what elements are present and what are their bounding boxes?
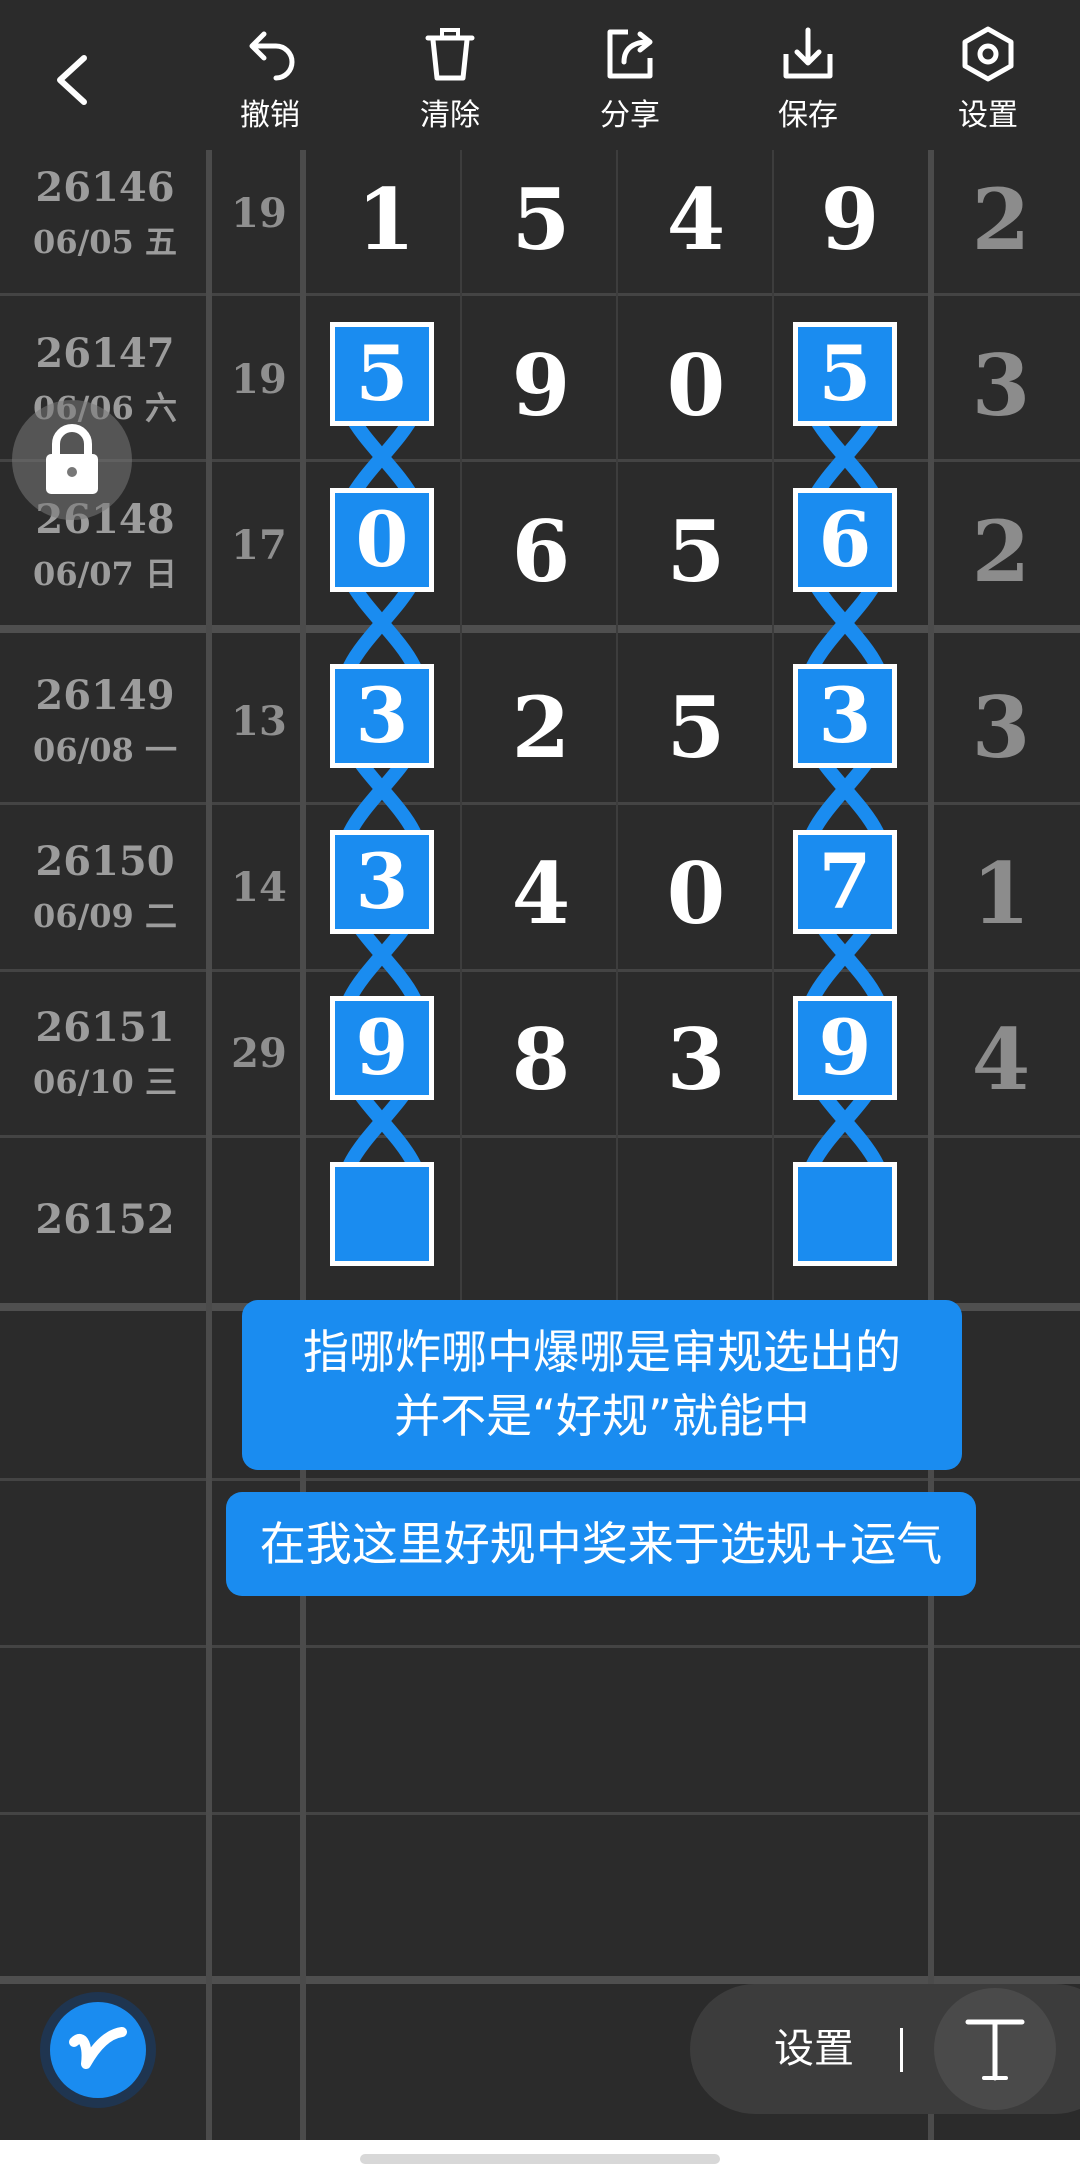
highlight-box[interactable]: 3 [793, 664, 897, 768]
text-tool-icon [965, 2019, 1025, 2081]
back-button[interactable] [40, 40, 110, 120]
brush-logo-icon [50, 2002, 146, 2098]
lock-button[interactable] [12, 400, 132, 520]
highlight-box[interactable]: 7 [793, 830, 897, 934]
annotation-bubble[interactable]: 指哪炸哪中爆哪是审规选出的 并不是“好规”就能中 [242, 1300, 962, 1470]
highlight-chain [337, 367, 890, 1211]
settings-button[interactable]: 设置 [928, 20, 1048, 140]
highlight-box[interactable] [793, 1162, 897, 1266]
clear-button[interactable]: 清除 [390, 20, 510, 140]
annotation-line-1: 指哪炸哪中爆哪是审规选出的 [303, 1325, 901, 1379]
undo-icon [249, 31, 295, 81]
highlight-box[interactable]: 9 [793, 996, 897, 1100]
save-button[interactable]: 保存 [748, 20, 868, 140]
highlight-box[interactable]: 5 [330, 322, 434, 426]
undo-label: 撤销 [240, 98, 300, 133]
highlight-box[interactable]: 3 [330, 830, 434, 934]
divider [900, 2028, 903, 2072]
highlight-box[interactable]: 0 [330, 488, 434, 592]
settings-label: 设置 [958, 98, 1018, 133]
highlight-box[interactable]: 5 [793, 322, 897, 426]
home-indicator[interactable] [360, 2154, 720, 2164]
annotation-bubble-2[interactable]: 在我这里好规中奖来于选规+运气 [226, 1492, 976, 1596]
undo-button[interactable]: 撤销 [210, 20, 330, 140]
lock-icon [46, 424, 98, 494]
save-label: 保存 [778, 98, 838, 133]
annotation-text: 在我这里好规中奖来于选规+运气 [259, 1517, 943, 1571]
text-tool-button[interactable] [934, 1988, 1056, 2110]
share-icon [607, 29, 653, 79]
chevron-left-icon [57, 55, 87, 105]
trash-icon [425, 28, 475, 81]
settings-icon [962, 26, 1014, 82]
highlight-box[interactable]: 3 [330, 664, 434, 768]
bottom-toolbar: 设置 [690, 1984, 1080, 2114]
annotation-line-2: 并不是“好规”就能中 [394, 1389, 810, 1443]
highlight-box[interactable]: 6 [793, 488, 897, 592]
clear-label: 清除 [420, 98, 480, 133]
share-label: 分享 [600, 98, 660, 133]
highlight-box[interactable]: 9 [330, 996, 434, 1100]
highlight-box[interactable] [330, 1162, 434, 1266]
system-nav-bar [0, 2140, 1080, 2180]
download-icon [783, 27, 833, 79]
brush-button[interactable] [40, 1992, 156, 2108]
settings-text-button[interactable]: 设置 [774, 1984, 854, 2114]
toolbar: 撤销 清除 分享 保存 设置 [0, 0, 1080, 150]
share-button[interactable]: 分享 [570, 20, 690, 140]
